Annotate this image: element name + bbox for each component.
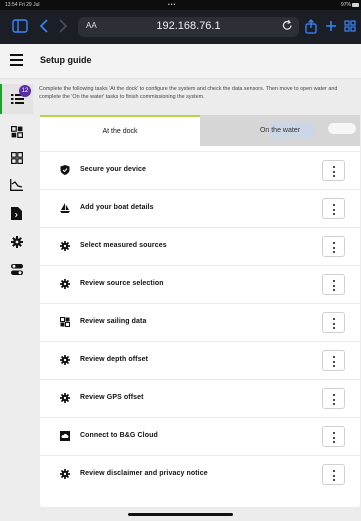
tab-bar: At the dock On the water (40, 115, 360, 146)
gear-icon (60, 241, 70, 251)
task-label: Review source selection (80, 280, 164, 287)
new-tab-icon[interactable] (325, 19, 337, 35)
task-label: Select measured sources (80, 242, 167, 249)
gear-icon (60, 279, 70, 289)
app-header: Setup guide (0, 44, 361, 79)
back-icon[interactable] (39, 19, 49, 36)
task-row[interactable]: Add your boat details (40, 189, 360, 226)
task-label: Review GPS offset (80, 394, 144, 401)
task-label: Review sailing data (80, 318, 147, 325)
task-menu-button[interactable] (322, 198, 345, 219)
rail-settings[interactable] (0, 232, 33, 252)
task-menu-button[interactable] (322, 464, 345, 485)
task-card: At the dock On the water Secure your dev… (40, 115, 360, 507)
share-icon[interactable] (305, 19, 317, 37)
task-row[interactable]: Review GPS offset (40, 379, 360, 416)
rail-files[interactable] (0, 203, 33, 223)
cloud-icon (60, 431, 70, 441)
tabs-overview-icon[interactable] (344, 19, 356, 35)
url-text[interactable]: 192.168.76.1 (78, 20, 299, 32)
task-menu-button[interactable] (322, 274, 345, 295)
task-menu-button[interactable] (322, 236, 345, 257)
file-icon (11, 206, 22, 220)
browser-toolbar: AA 192.168.76.1 (0, 10, 361, 44)
dashboard-icon (10, 126, 23, 138)
battery-icon (352, 3, 359, 7)
tab-on-water-label: On the water (259, 127, 301, 134)
rail-dashboard[interactable] (0, 122, 33, 142)
status-time: 13:54 Fri 29 Jul (5, 2, 40, 8)
task-row[interactable]: Review depth offset (40, 341, 360, 378)
rail-data-pages[interactable] (0, 148, 33, 168)
gear-icon (60, 393, 70, 403)
task-menu-button[interactable] (322, 312, 345, 333)
hamburger-menu-icon[interactable] (10, 54, 23, 66)
sidebar-toggle-icon[interactable] (12, 19, 28, 36)
shield-icon (60, 165, 70, 175)
battery-percent: 97% (340, 2, 351, 8)
forward-icon[interactable] (58, 19, 68, 36)
task-label: Add your boat details (80, 204, 154, 211)
line-chart-icon (10, 179, 23, 191)
task-menu-button[interactable] (322, 388, 345, 409)
tab-pill-indicator (328, 123, 356, 134)
reload-icon[interactable] (282, 19, 293, 34)
grid-icon (10, 152, 23, 164)
rail-devices[interactable] (0, 259, 33, 279)
status-bar: 13:54 Fri 29 Jul ••• 97% (0, 0, 361, 10)
task-row[interactable]: Review source selection (40, 265, 360, 302)
gear-icon (60, 469, 70, 479)
task-label: Review disclaimer and privacy notice (80, 470, 208, 477)
page-title: Setup guide (40, 55, 92, 65)
gear-icon (10, 236, 23, 248)
task-menu-button[interactable] (322, 350, 345, 371)
task-menu-button[interactable] (322, 426, 345, 447)
rail-charts[interactable] (0, 175, 33, 195)
task-label: Connect to B&G Cloud (80, 432, 158, 439)
rail-setup-tasks[interactable]: 12 (0, 84, 33, 114)
task-menu-button[interactable] (322, 160, 345, 181)
tab-on-water[interactable]: On the water (200, 115, 360, 146)
task-label: Review depth offset (80, 356, 149, 363)
status-dots: ••• (168, 2, 177, 8)
gear-icon (60, 355, 70, 365)
toggle-switches-icon (10, 263, 23, 275)
task-row[interactable]: Review disclaimer and privacy notice (40, 455, 360, 492)
task-row[interactable]: Secure your device (40, 151, 360, 188)
task-label: Secure your device (80, 166, 146, 173)
task-row[interactable]: Review sailing data (40, 303, 360, 340)
sailboat-icon (60, 203, 70, 213)
intro-text: Complete the following tasks 'At the doc… (39, 86, 338, 100)
grid-icon (60, 317, 70, 327)
address-bar[interactable]: AA 192.168.76.1 (78, 17, 299, 37)
main-content: Complete the following tasks 'At the doc… (33, 79, 361, 521)
home-indicator (128, 513, 233, 516)
task-count-badge: 12 (19, 85, 31, 97)
tab-at-dock[interactable]: At the dock (40, 115, 200, 146)
task-row[interactable]: Connect to B&G Cloud (40, 417, 360, 454)
task-row[interactable]: Select measured sources (40, 227, 360, 264)
left-rail: 12 (0, 79, 33, 521)
